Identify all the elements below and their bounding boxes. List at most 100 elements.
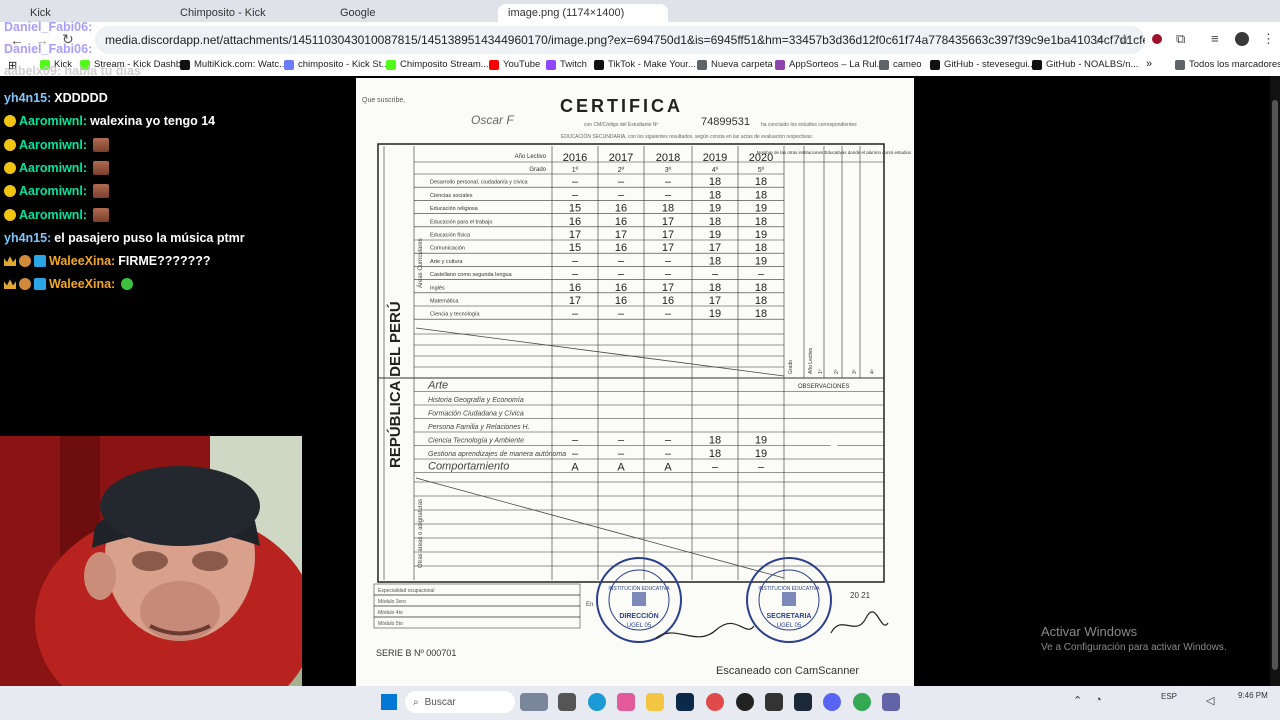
grid-cell-text: –: [572, 448, 579, 460]
volume-icon[interactable]: ◁: [1206, 694, 1214, 707]
chat-username[interactable]: Aaromiwnl:: [19, 114, 87, 128]
stamp-text: INSTITUCIÓN EDUCATIVA: [608, 585, 670, 592]
grid-cell-text: 18: [709, 435, 721, 447]
chrome-icon[interactable]: [853, 693, 871, 711]
more-bookmarks-icon[interactable]: »: [1146, 58, 1152, 70]
address-bar[interactable]: media.discordapp.net/attachments/1451103…: [95, 26, 1145, 54]
grid-cell-text: Comportamiento: [428, 461, 509, 473]
bookmark-label: Twitch: [560, 59, 587, 70]
chat-message-partial: Daniel_Fabi06:: [4, 42, 92, 56]
steam-icon[interactable]: [794, 693, 812, 711]
stamp-text: SECRETARIA: [767, 613, 812, 620]
bookmark-icon: [180, 59, 190, 70]
certificate-image: Que suscribe, Oscar F con CM/Código del …: [356, 78, 914, 686]
chat-username[interactable]: Aaromiwnl:: [19, 184, 87, 198]
scanner-label: Escaneado con CamScanner: [716, 665, 859, 677]
grid-cell-text: –: [758, 462, 765, 474]
observaciones-label: OBSERVACIONES: [798, 384, 849, 390]
chat-message: Aaromiwnl:: [4, 207, 110, 222]
app-icon[interactable]: [765, 693, 783, 711]
media-player-icon[interactable]: [706, 693, 724, 711]
bookmark-item[interactable]: Chimposito Stream...: [386, 59, 489, 70]
chat-username[interactable]: WaleeXina:: [49, 277, 115, 291]
chat-text: walexina yo tengo 14: [90, 114, 216, 129]
all-bookmarks[interactable]: Todos los marcadores: [1175, 59, 1280, 70]
side-header-text: 2º: [834, 369, 840, 374]
teams-icon[interactable]: [882, 693, 900, 711]
wifi-icon[interactable]: ◔: [1095, 694, 1102, 706]
student-code: 74899531: [701, 116, 750, 128]
media-icon[interactable]: ≡: [1211, 31, 1219, 46]
grid-cell-text: 16: [615, 282, 627, 294]
chat-username[interactable]: Aaromiwnl:: [19, 161, 87, 175]
bookmark-item[interactable]: GitHub - NOALBS/n...: [1032, 59, 1138, 70]
intro-text-2: ha concluido los estudios correspondient…: [761, 122, 857, 128]
copilot-icon[interactable]: [617, 693, 635, 711]
edge-icon[interactable]: [588, 693, 606, 711]
clock[interactable]: 9:46 PM: [1238, 691, 1268, 700]
zoom-icon[interactable]: ⌕: [1096, 32, 1103, 48]
grid-cell-text: Inglés: [430, 285, 445, 291]
grid-cell-text: –: [618, 308, 625, 320]
chat-username: Daniel_Fabi06:: [4, 42, 93, 56]
subscriber-badge-icon: [4, 115, 16, 128]
grid-cell-text: 17: [709, 242, 721, 254]
chat-username[interactable]: WaleeXina:: [49, 254, 115, 268]
bookmark-item[interactable]: TikTok - Make Your...: [594, 59, 696, 70]
grid-cell-text: 1º: [572, 167, 579, 174]
grid-cell-text: 16: [615, 295, 627, 307]
scrollbar-thumb[interactable]: [1272, 100, 1278, 670]
bookmark-icon: [930, 59, 940, 70]
tray-chevron-icon[interactable]: ⌃: [1073, 694, 1082, 707]
side-header-text: 3º: [852, 369, 858, 374]
grid-cell-text: Educación para el trabajo: [430, 219, 492, 225]
stamp-text: UGEL 05: [627, 623, 652, 629]
chat-username[interactable]: yh4n15:: [4, 231, 51, 245]
task-view-icon[interactable]: [558, 693, 576, 711]
chat-username[interactable]: Aaromiwnl:: [19, 138, 87, 152]
watermark-title: Activar Windows: [1041, 624, 1138, 639]
grid-cell-text: Arte y cultura: [430, 259, 463, 265]
grid-cell-text: 19: [755, 255, 767, 267]
obs-icon[interactable]: [736, 693, 754, 711]
avatar[interactable]: [1235, 32, 1249, 46]
place-label: En: [586, 602, 593, 608]
photoshop-icon[interactable]: [676, 693, 694, 711]
folder-icon[interactable]: [646, 693, 664, 711]
app-icon[interactable]: [520, 693, 548, 711]
chat-username[interactable]: Aaromiwnl:: [19, 208, 87, 222]
grid-cell-text: 19: [755, 448, 767, 460]
bookmark-item[interactable]: MultiKick.com: Watc...: [180, 59, 287, 70]
extension-icon[interactable]: [1152, 34, 1162, 44]
grid-cell-text: –: [618, 255, 625, 267]
language-indicator[interactable]: ESP: [1161, 692, 1177, 701]
puzzle-icon[interactable]: ⧉: [1176, 31, 1185, 47]
browser-tab[interactable]: Chimposito - Kick: [180, 4, 320, 22]
browser-tab[interactable]: Google: [340, 4, 480, 22]
footer-row-label: Módulo 3ero: [378, 599, 406, 605]
bookmark-item[interactable]: chimposito - Kick St...: [284, 59, 389, 70]
grid-cell-text: –: [572, 189, 579, 201]
grid-cell-text: 18: [709, 255, 721, 267]
bookmark-item[interactable]: GitHub - stevesegui...: [930, 59, 1035, 70]
grid-cell-text: –: [618, 435, 625, 447]
browser-tab-active[interactable]: image.png (1174×1400): [498, 4, 668, 22]
bookmark-item[interactable]: Twitch: [546, 59, 587, 70]
grid-cell-text: 18: [662, 203, 674, 215]
grid-cell-text: Grado: [529, 167, 546, 173]
chat-username[interactable]: yh4n15:: [4, 91, 51, 105]
chat-message: WaleeXina:: [4, 277, 134, 291]
bookmark-item[interactable]: cameo: [879, 59, 922, 70]
grid-cell-text: –: [665, 269, 672, 281]
menu-icon[interactable]: ⋮: [1262, 31, 1275, 47]
bookmark-item[interactable]: YouTube: [489, 59, 540, 70]
bookmark-item[interactable]: AppSorteos – La Rul...: [775, 59, 885, 70]
serie-label: SERIE B Nº 000701: [376, 648, 456, 658]
discord-icon[interactable]: [823, 693, 841, 711]
bookmark-item[interactable]: Nueva carpeta: [697, 59, 773, 70]
grid-cell-text: 17: [662, 216, 674, 228]
side-header-text: Año Lectivo: [808, 348, 814, 374]
star-icon[interactable]: ☆: [1118, 31, 1131, 48]
taskbar-search[interactable]: ⌕ Buscar: [405, 691, 515, 713]
start-icon[interactable]: [381, 694, 397, 710]
